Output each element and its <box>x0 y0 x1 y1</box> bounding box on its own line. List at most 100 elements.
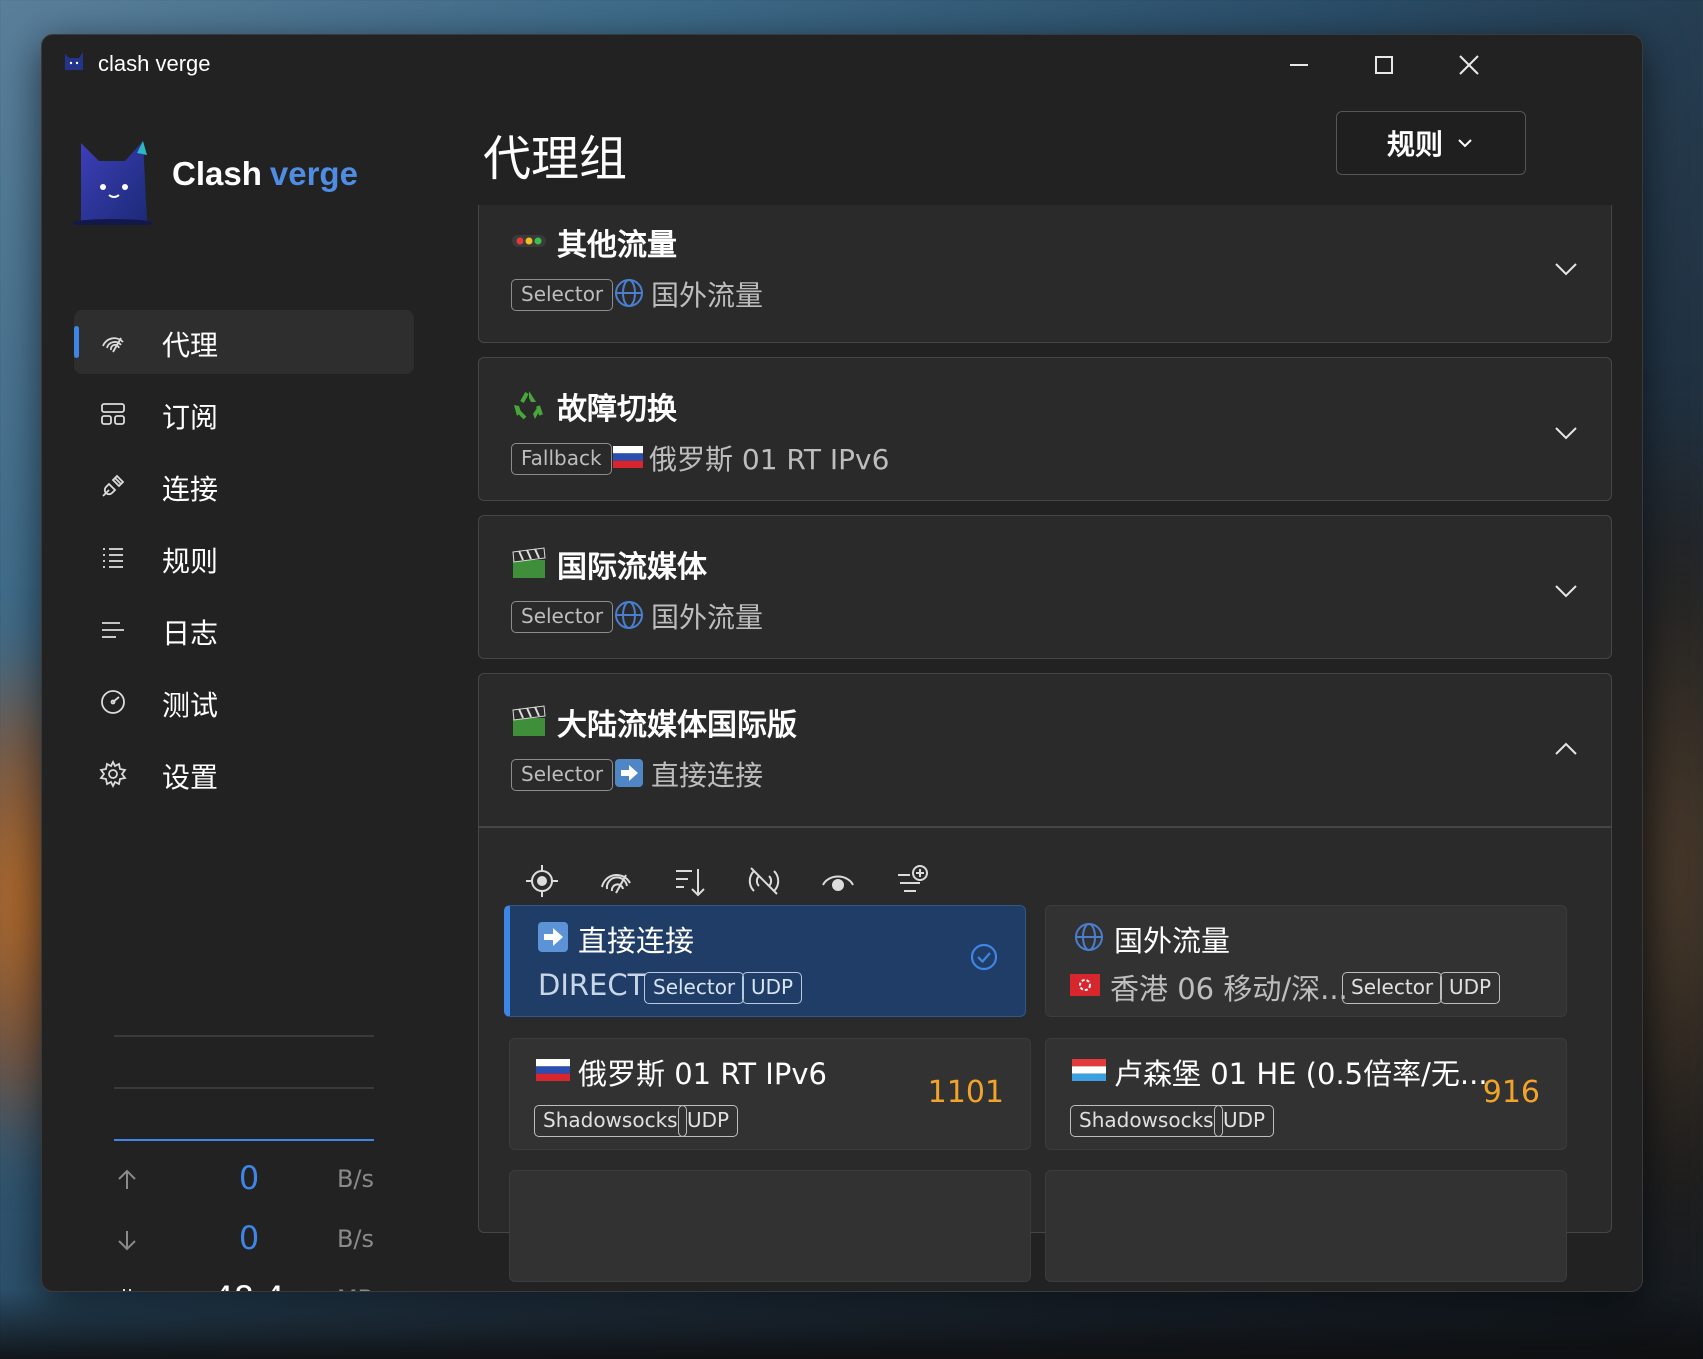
nav-menu: 代理 订阅 连接 规则 日志 测试 设置 <box>74 310 414 814</box>
proxy-badge: Selector <box>644 972 745 1004</box>
proxy-badge: Selector <box>1342 972 1443 1004</box>
proxy-card[interactable]: 俄罗斯 01 RT IPv6 Shadowsocks UDP 1101 <box>509 1038 1031 1150</box>
traffic-graph-baseline <box>114 1139 374 1141</box>
nav-label: 连接 <box>162 473 219 506</box>
chevron-down-icon[interactable] <box>1551 418 1581 448</box>
window-title: clash verge <box>98 51 211 76</box>
proxy-card-selected[interactable]: 直接连接 DIRECT Selector UDP <box>504 905 1026 1017</box>
group-current-proxy: 国外流量 <box>651 601 764 634</box>
memory-usage: 48.4 MB <box>114 1271 374 1291</box>
group-type-tag: Selector <box>511 601 614 633</box>
download-unit: B/s <box>336 1225 374 1253</box>
group-type-tag: Selector <box>511 279 614 311</box>
app-window: clash verge Clash verge 代理 订阅 连接 规则 日志 测… <box>41 34 1643 1292</box>
layout-grid-icon <box>99 400 127 428</box>
nav-item-proxies[interactable]: 代理 <box>74 310 414 374</box>
mode-label: 规则 <box>1386 128 1443 161</box>
sort-button[interactable] <box>663 854 717 908</box>
maximize-icon <box>1375 56 1393 74</box>
add-filter-button[interactable] <box>885 854 939 908</box>
nav-item-settings[interactable]: 设置 <box>74 742 414 806</box>
crosshair-icon <box>526 865 558 897</box>
proxy-name: 直接连接 <box>578 924 695 958</box>
proxy-name: 国外流量 <box>1114 924 1231 958</box>
proxy-current-sub: 香港 06 移动/深... <box>1110 972 1348 1006</box>
proxy-groups-list[interactable]: 其他流量 Selector 国外流量 故障切换 Fallback 俄罗斯 01 … <box>478 205 1618 1291</box>
group-name: 大陆流媒体国际版 <box>557 708 797 743</box>
nav-item-rules[interactable]: 规则 <box>74 526 414 590</box>
divider <box>479 826 1611 828</box>
proxy-group[interactable]: 故障切换 Fallback 俄罗斯 01 RT IPv6 <box>478 357 1612 501</box>
sort-descending-icon <box>676 869 705 897</box>
group-current-proxy: 俄罗斯 01 RT IPv6 <box>649 443 890 476</box>
proxy-badge: UDP <box>678 1105 739 1137</box>
nav-item-profiles[interactable]: 订阅 <box>74 382 414 446</box>
russia-flag-icon <box>613 446 643 468</box>
proxy-delay[interactable]: 1101 <box>928 1075 1004 1110</box>
clapperboard-icon <box>512 705 546 736</box>
delay-test-button[interactable] <box>589 854 643 908</box>
minimize-button[interactable] <box>1254 35 1344 95</box>
recycle-icon <box>514 391 543 420</box>
proxy-name: 俄罗斯 01 RT IPv6 <box>578 1057 827 1091</box>
filter-add-icon <box>898 865 928 892</box>
memory-chip-icon <box>114 1287 142 1291</box>
traffic-panel: 0 B/s 0 B/s 48.4 MB <box>114 1035 374 1291</box>
wifi-off-icon <box>748 867 780 895</box>
nav-label: 日志 <box>162 617 219 650</box>
visibility-button[interactable] <box>811 854 865 908</box>
locate-button[interactable] <box>515 854 569 908</box>
group-current-proxy: 直接连接 <box>651 759 764 792</box>
chevron-down-icon[interactable] <box>1551 576 1581 606</box>
maximize-button[interactable] <box>1339 35 1429 95</box>
hong-kong-flag-icon <box>1070 974 1100 996</box>
proxy-card[interactable]: 卢森堡 01 HE (0.5倍率/无... Shadowsocks UDP 91… <box>1045 1038 1567 1150</box>
proxy-card[interactable] <box>509 1170 1031 1282</box>
proxy-type: DIRECT <box>538 968 646 1002</box>
logo-text-clash: Clash <box>172 155 262 192</box>
speedometer-icon <box>99 688 127 716</box>
nav-item-test[interactable]: 测试 <box>74 670 414 734</box>
filter-unavailable-button[interactable] <box>737 854 791 908</box>
arrow-right-box-icon <box>538 922 568 952</box>
nav-label: 代理 <box>162 329 219 362</box>
title-bar[interactable]: clash verge <box>42 35 1642 95</box>
proxy-card[interactable] <box>1045 1170 1567 1282</box>
nav-label: 规则 <box>162 545 219 578</box>
app-cat-icon <box>65 52 83 70</box>
list-icon <box>99 544 127 572</box>
proxy-card[interactable]: 国外流量 香港 06 移动/深... Selector UDP <box>1045 905 1567 1017</box>
proxy-badge: UDP <box>742 972 803 1004</box>
mode-select-button[interactable]: 规则 <box>1336 111 1526 175</box>
russia-flag-icon <box>536 1059 570 1081</box>
chevron-down-icon[interactable] <box>1551 254 1581 284</box>
text-lines-icon <box>99 616 127 644</box>
traffic-graph-line <box>114 1035 374 1037</box>
eye-icon <box>822 875 854 891</box>
proxy-group[interactable]: 国际流媒体 Selector 国外流量 <box>478 515 1612 659</box>
close-icon <box>1459 55 1479 75</box>
download-value: 0 <box>238 1219 260 1257</box>
luxembourg-flag-icon <box>1072 1059 1106 1081</box>
arrow-down-icon <box>114 1227 142 1255</box>
minimize-icon <box>1290 64 1308 66</box>
group-name: 故障切换 <box>557 392 677 427</box>
plug-icon <box>99 472 127 500</box>
arrow-right-box-icon <box>615 759 643 787</box>
chevron-up-icon[interactable] <box>1551 734 1581 764</box>
chevron-down-icon <box>1458 139 1472 148</box>
logo-text-verge: verge <box>269 155 358 192</box>
nav-item-connections[interactable]: 连接 <box>74 454 414 518</box>
sidebar: Clash verge 代理 订阅 连接 规则 日志 测试 设置 0 B/s 0… <box>42 95 462 1291</box>
clapperboard-icon <box>512 547 546 578</box>
proxy-group[interactable]: 其他流量 Selector 国外流量 <box>478 205 1612 343</box>
proxy-delay[interactable]: 916 <box>1483 1075 1540 1110</box>
wifi-arc-icon <box>601 873 631 894</box>
proxy-badge: UDP <box>1214 1105 1275 1137</box>
nav-label: 测试 <box>162 689 219 722</box>
close-button[interactable] <box>1424 35 1514 95</box>
arrow-up-icon <box>114 1167 142 1195</box>
proxy-group-expanded[interactable]: 大陆流媒体国际版 Selector 直接连接 直接连接 DIRECT Selec… <box>478 673 1612 1282</box>
upload-unit: B/s <box>336 1165 374 1193</box>
nav-item-logs[interactable]: 日志 <box>74 598 414 662</box>
